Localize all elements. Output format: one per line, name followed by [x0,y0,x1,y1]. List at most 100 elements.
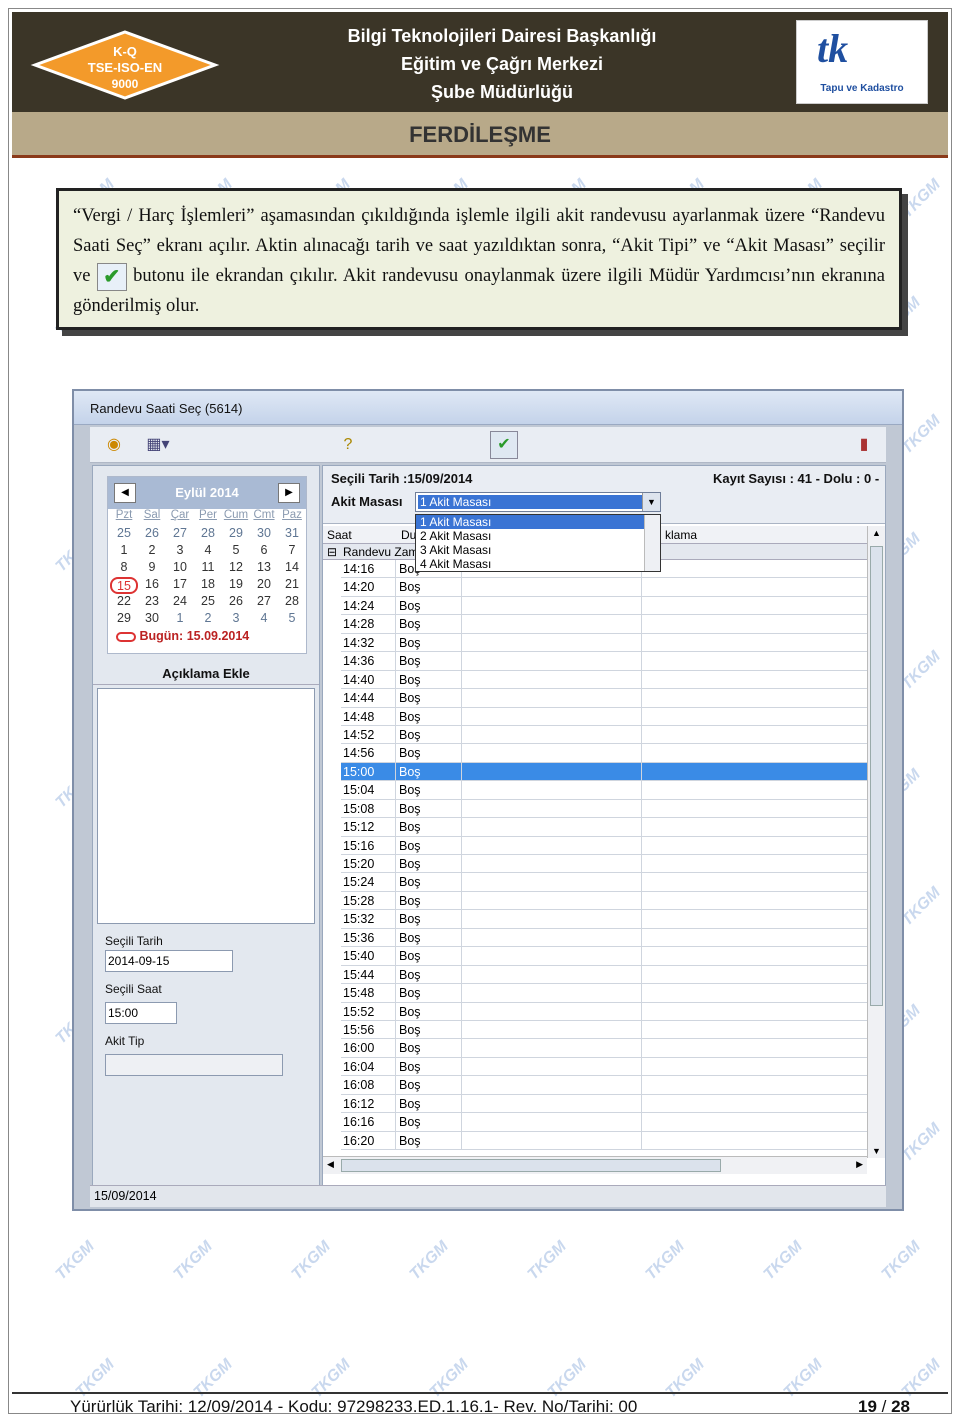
calendar-day[interactable]: 7 [278,543,306,560]
calendar-day[interactable]: 23 [138,594,166,611]
chevron-down-icon[interactable]: ▼ [642,493,660,511]
collapse-icon[interactable]: ⊟ [327,545,337,559]
table-row[interactable]: 16:00 Boş [341,1039,869,1058]
table-row[interactable]: 15:24 Boş [341,873,869,892]
dropdown-option[interactable]: 2 Akit Masası [416,529,660,543]
scroll-down-icon[interactable]: ▼ [872,1146,881,1156]
calendar-day[interactable]: 5 [222,543,250,560]
calendar-day[interactable]: 25 [194,594,222,611]
scroll-left-icon[interactable]: ◀ [327,1159,334,1170]
calendar-day[interactable]: 29 [222,526,250,543]
calendar-day[interactable]: 28 [194,526,222,543]
vertical-scrollbar[interactable]: ▲ ▼ [867,526,885,1158]
calendar-day[interactable]: 30 [250,526,278,543]
calendar-day[interactable]: 1 [110,543,138,560]
description-textarea[interactable] [97,688,315,924]
grid-view-icon[interactable]: ▦▾ [140,431,176,459]
dropdown-option[interactable]: 1 Akit Masası [416,515,660,529]
calendar-day[interactable]: 24 [166,594,194,611]
table-row[interactable]: 16:04 Boş [341,1057,869,1077]
calendar-day[interactable]: 12 [222,560,250,577]
table-row[interactable]: 14:40 Boş [341,670,869,690]
calendar-day[interactable]: 27 [166,526,194,543]
calendar-day[interactable]: 8 [110,560,138,577]
table-row[interactable]: 15:08 Boş [341,799,869,819]
calendar-day[interactable]: 19 [222,577,250,594]
calendar-day[interactable]: 13 [250,560,278,577]
calendar-day[interactable]: 31 [278,526,306,543]
confirm-check-button[interactable]: ✔ [490,431,518,459]
table-row[interactable]: 15:16 Boş [341,836,869,855]
calendar-day[interactable]: 3 [222,611,250,628]
window-titlebar[interactable]: Randevu Saati Seç (5614) [74,391,902,425]
calendar-day[interactable]: 22 [110,594,138,611]
table-row[interactable]: 15:20 Boş [341,855,869,874]
table-row[interactable]: 15:32 Boş [341,910,869,929]
calendar-day[interactable]: 4 [250,611,278,628]
table-row[interactable]: 15:36 Boş [341,928,869,948]
table-row[interactable]: 15:48 Boş [341,984,869,1003]
scroll-right-icon[interactable]: ▶ [856,1159,863,1170]
next-month-button[interactable]: ▶ [278,483,300,503]
table-row[interactable]: 15:44 Boş [341,965,869,985]
calendar-day[interactable]: 1 [166,611,194,628]
table-row[interactable]: 15:00 Boş [341,762,869,782]
table-row[interactable]: 14:28 Boş [341,615,869,634]
calendar-day[interactable]: 9 [138,560,166,577]
calendar-day[interactable]: 2 [194,611,222,628]
calendar-day[interactable]: 26 [222,594,250,611]
horizontal-scrollbar[interactable]: ◀ ▶ [323,1156,867,1174]
calendar-day[interactable]: 30 [138,611,166,628]
calendar-day[interactable]: 16 [138,577,166,594]
calendar-day[interactable]: 27 [250,594,278,611]
table-row[interactable]: 15:04 Boş [341,781,869,800]
dropdown-scrollbar[interactable] [644,515,660,571]
col-aciklama-header[interactable]: klama [665,528,697,542]
traffic-light-icon[interactable]: ◉ [100,431,128,459]
table-row[interactable]: 15:56 Boş [341,1020,869,1040]
calendar-day[interactable]: 3 [166,543,194,560]
calendar-day[interactable]: 18 [194,577,222,594]
table-row[interactable]: 15:40 Boş [341,947,869,966]
calendar-day[interactable]: 6 [250,543,278,560]
calendar-today[interactable]: Bugün: 15.09.2014 [108,629,306,643]
akit-masasi-combo[interactable]: 1 Akit Masası ▼ [415,492,661,512]
help-icon[interactable]: ? [334,431,362,459]
vertical-scroll-thumb[interactable] [870,546,883,1006]
table-row[interactable]: 14:32 Boş [341,633,869,653]
table-row[interactable]: 15:12 Boş [341,818,869,837]
calendar-day[interactable]: 29 [110,611,138,628]
selected-time-field[interactable]: 15:00 [105,1002,177,1024]
calendar-day[interactable]: 20 [250,577,278,594]
selected-date-field[interactable]: 2014-09-15 [105,950,233,972]
table-row[interactable]: 14:56 Boş [341,744,869,763]
horizontal-scroll-thumb[interactable] [341,1159,721,1172]
calendar-day[interactable]: 15 [110,577,138,594]
table-row[interactable]: 14:20 Boş [341,578,869,597]
table-row[interactable]: 15:52 Boş [341,1002,869,1021]
table-row[interactable]: 14:48 Boş [341,707,869,726]
calendar-day[interactable]: 28 [278,594,306,611]
dropdown-option[interactable]: 4 Akit Masası [416,557,660,571]
akit-tip-field[interactable] [105,1054,283,1076]
table-row[interactable]: 16:08 Boş [341,1076,869,1095]
calendar-day[interactable]: 5 [278,611,306,628]
col-saat-header[interactable]: Saat [327,528,352,542]
calendar-day[interactable]: 2 [138,543,166,560]
calendar-day[interactable]: 14 [278,560,306,577]
table-row[interactable]: 16:12 Boş [341,1094,869,1114]
scroll-up-icon[interactable]: ▲ [872,528,881,538]
calendar-day[interactable]: 21 [278,577,306,594]
calendar-day[interactable]: 10 [166,560,194,577]
table-row[interactable]: 14:44 Boş [341,689,869,708]
table-row[interactable]: 16:20 Boş [341,1131,869,1150]
calendar-day[interactable]: 4 [194,543,222,560]
calendar-day[interactable]: 17 [166,577,194,594]
table-row[interactable]: 15:28 Boş [341,891,869,911]
calendar-day[interactable]: 25 [110,526,138,543]
table-row[interactable]: 14:52 Boş [341,725,869,745]
table-row[interactable]: 14:36 Boş [341,652,869,671]
calendar-day[interactable]: 26 [138,526,166,543]
calendar-day[interactable]: 11 [194,560,222,577]
table-row[interactable]: 14:24 Boş [341,596,869,616]
